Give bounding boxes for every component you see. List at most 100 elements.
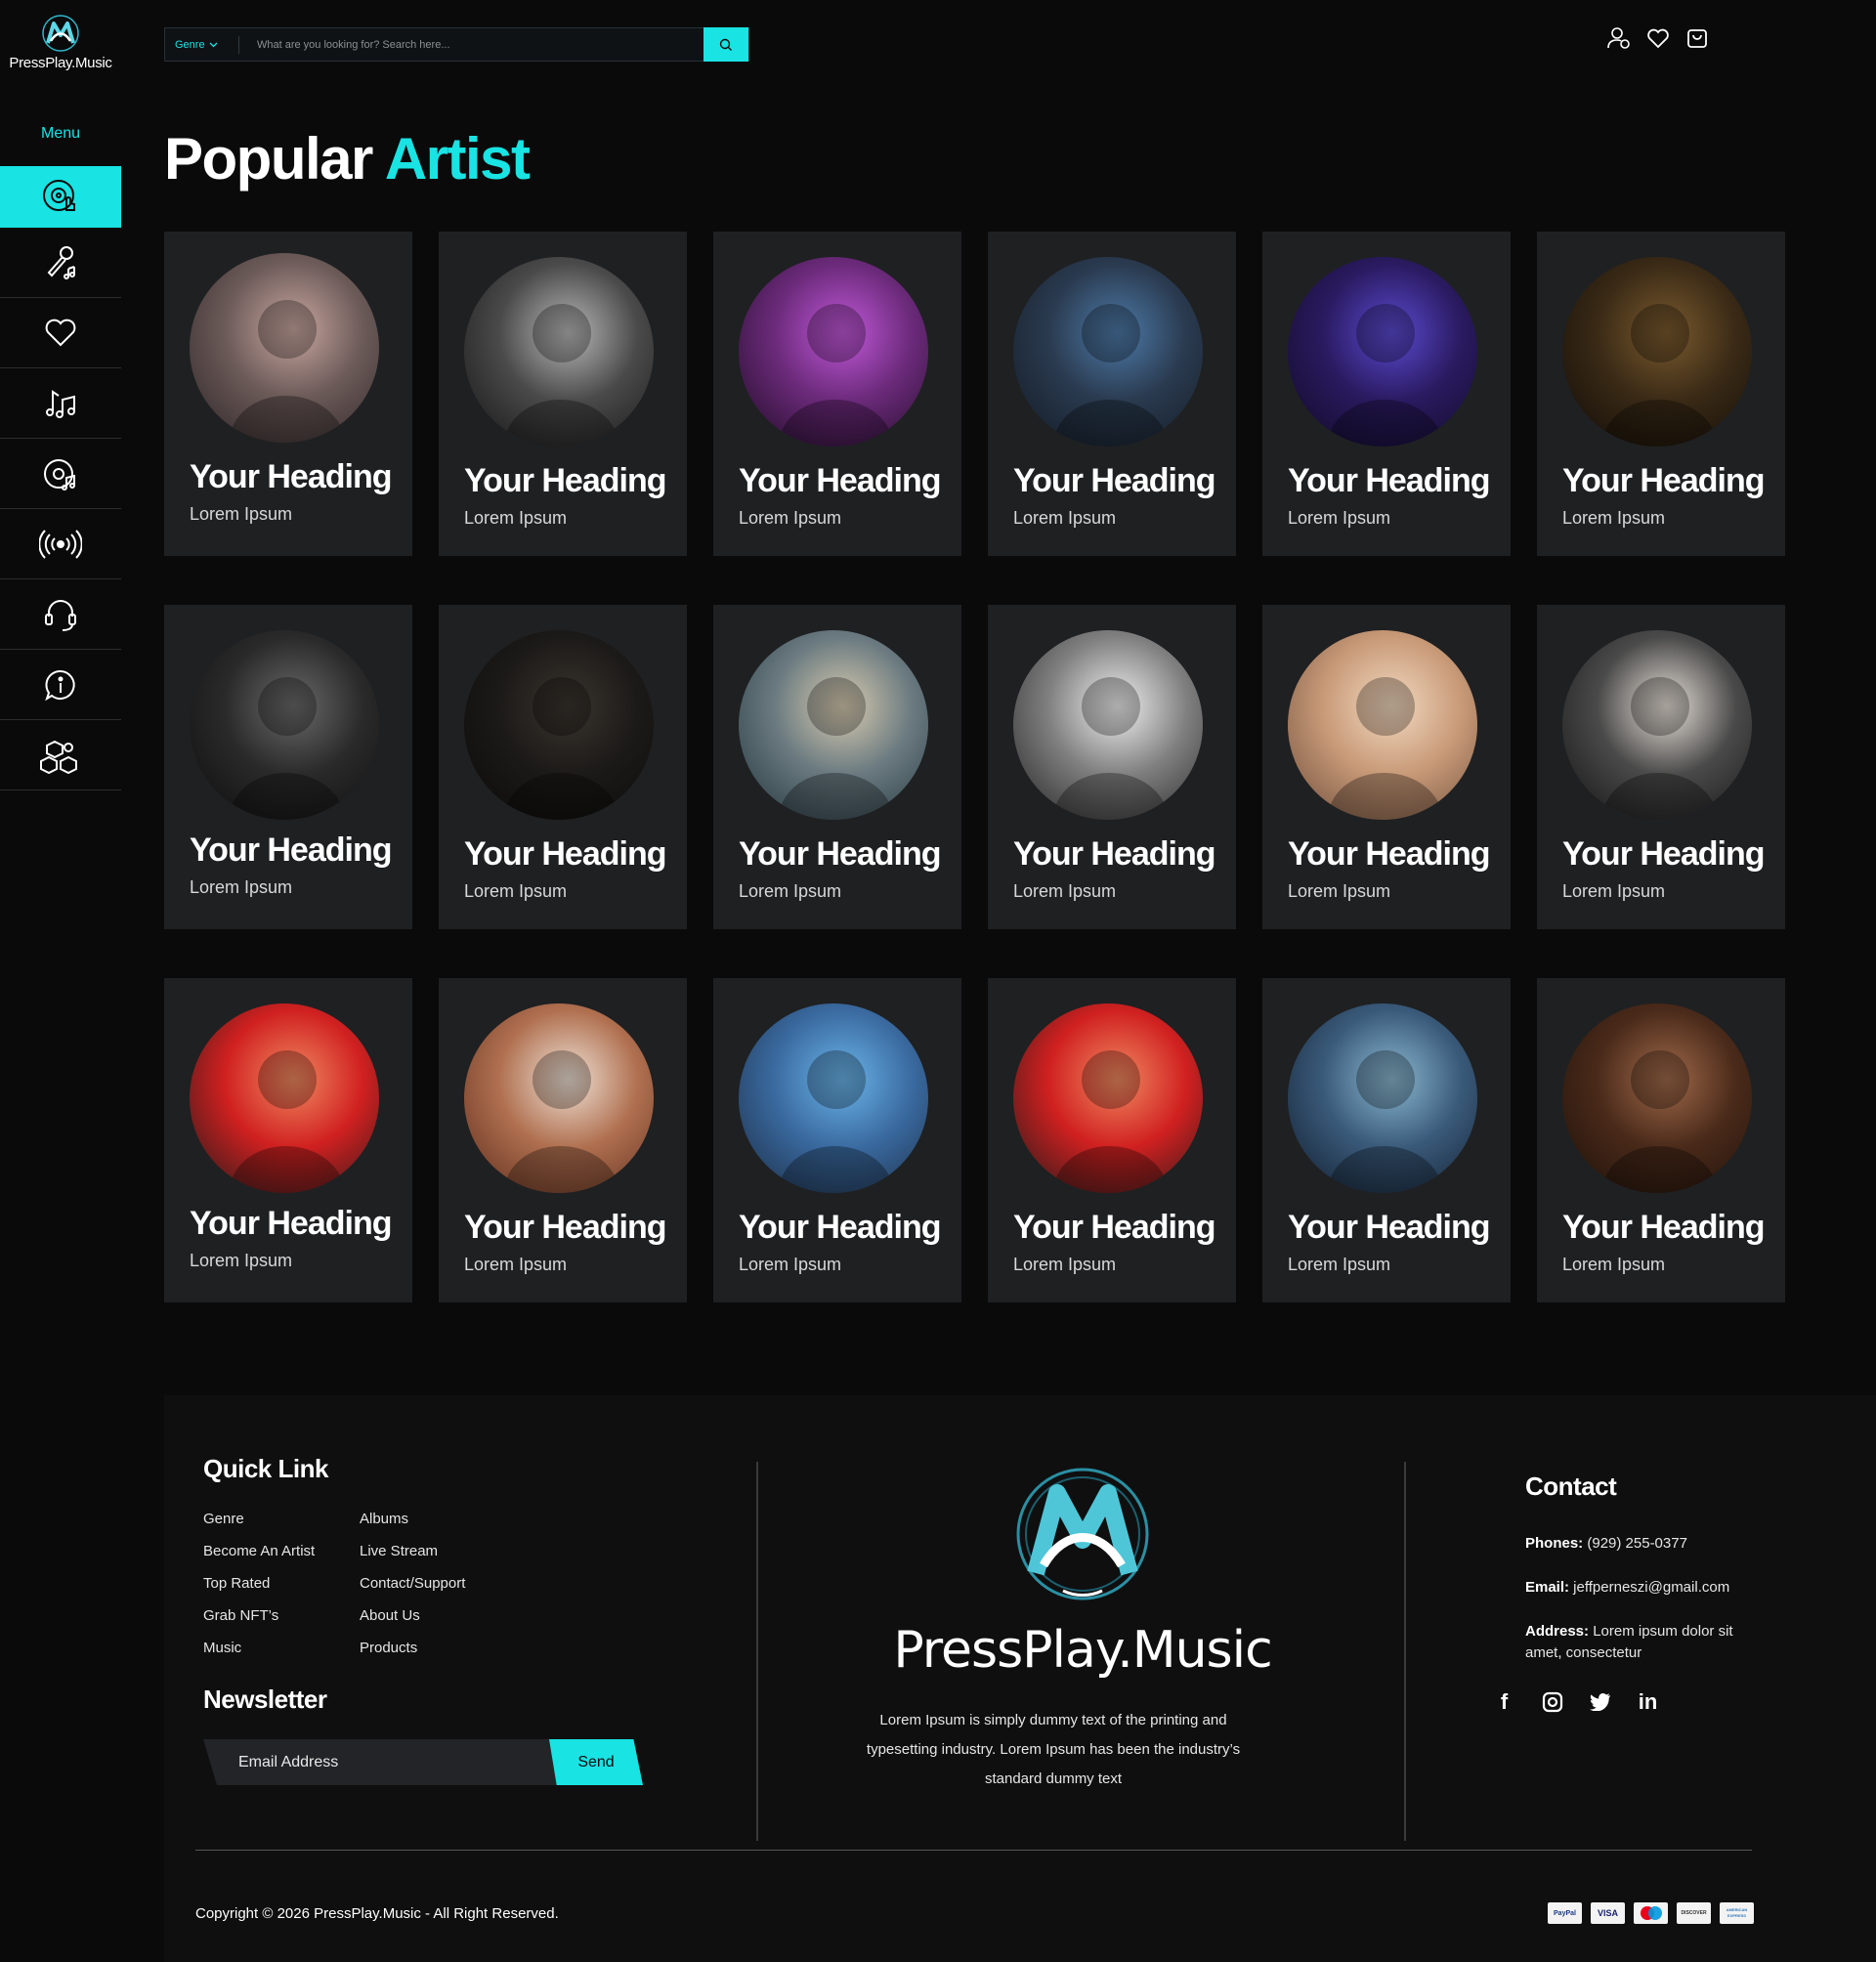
artist-heading: Your Heading — [1562, 462, 1765, 499]
footer-link[interactable]: Grab NFT’s — [203, 1607, 315, 1640]
footer-link[interactable]: Top Rated — [203, 1575, 315, 1607]
nav-item-about[interactable] — [0, 650, 121, 720]
artist-heading: Your Heading — [190, 458, 392, 495]
artist-heading: Your Heading — [1288, 835, 1490, 873]
artist-card[interactable]: Your Heading Lorem Ipsum — [1537, 232, 1785, 556]
footer-link[interactable]: Products — [360, 1640, 465, 1672]
artist-subtitle: Lorem Ipsum — [1562, 881, 1666, 901]
newsletter-send-button[interactable]: Send — [549, 1739, 643, 1785]
divider — [756, 1462, 758, 1841]
instagram-icon[interactable] — [1539, 1688, 1565, 1715]
genre-dropdown[interactable]: Genre — [165, 35, 239, 54]
amex-icon: AMERICAN EXPRESS — [1720, 1902, 1754, 1924]
artist-heading: Your Heading — [739, 1209, 941, 1246]
artist-card[interactable]: Your Heading Lorem Ipsum — [439, 605, 687, 929]
artist-subtitle: Lorem Ipsum — [739, 508, 842, 528]
nav-item-home[interactable] — [0, 166, 121, 228]
user-button[interactable] — [1606, 25, 1632, 51]
twitter-icon[interactable] — [1587, 1688, 1613, 1715]
contact-title: Contact — [1525, 1472, 1617, 1501]
facebook-icon[interactable]: f — [1491, 1688, 1517, 1715]
nav-item-artists[interactable] — [0, 228, 121, 298]
artist-card[interactable]: Your Heading Lorem Ipsum — [713, 605, 961, 929]
phone-value: (929) 255-0377 — [1583, 1535, 1687, 1552]
artist-card[interactable]: Your Heading Lorem Ipsum — [164, 978, 412, 1302]
linkedin-icon[interactable]: in — [1635, 1688, 1661, 1715]
artist-heading: Your Heading — [464, 835, 666, 873]
mastercard-icon — [1634, 1902, 1668, 1924]
nav-item-products[interactable] — [0, 720, 121, 790]
artist-subtitle: Lorem Ipsum — [190, 1251, 293, 1270]
logo-mark-icon — [42, 15, 79, 52]
artist-subtitle: Lorem Ipsum — [464, 508, 568, 528]
footer-divider — [195, 1850, 1752, 1851]
artist-heading: Your Heading — [190, 1205, 392, 1242]
footer-link[interactable]: Become An Artist — [203, 1543, 315, 1575]
headset-icon — [45, 599, 76, 631]
artist-card[interactable]: Your Heading Lorem Ipsum — [164, 605, 412, 929]
footer-link[interactable]: Contact/Support — [360, 1575, 465, 1607]
artist-card[interactable]: Your Heading Lorem Ipsum — [1262, 978, 1511, 1302]
artist-photo — [190, 630, 379, 820]
cart-button[interactable] — [1684, 25, 1710, 51]
search-bar: Genre — [164, 27, 749, 62]
heart-icon — [1647, 28, 1669, 49]
nav-item-albums[interactable] — [0, 439, 121, 509]
nav-item-live[interactable] — [0, 509, 121, 579]
paypal-icon: PayPal — [1548, 1902, 1582, 1924]
wishlist-button[interactable] — [1645, 25, 1671, 51]
discover-icon: DISCOVER — [1677, 1902, 1711, 1924]
address-label: Address: — [1525, 1623, 1590, 1640]
artist-photo — [1562, 1003, 1752, 1193]
artist-card[interactable]: Your Heading Lorem Ipsum — [1262, 232, 1511, 556]
artist-subtitle: Lorem Ipsum — [1013, 508, 1117, 528]
artist-silhouette-icon — [229, 677, 346, 820]
artist-card[interactable]: Your Heading Lorem Ipsum — [988, 978, 1236, 1302]
artist-card[interactable]: Your Heading Lorem Ipsum — [1262, 605, 1511, 929]
artist-photo — [1013, 257, 1203, 447]
footer-link[interactable]: Albums — [360, 1511, 465, 1543]
artist-subtitle: Lorem Ipsum — [1288, 881, 1391, 901]
footer-link[interactable]: Live Stream — [360, 1543, 465, 1575]
artist-card[interactable]: Your Heading Lorem Ipsum — [439, 978, 687, 1302]
nav-item-support[interactable] — [0, 579, 121, 650]
search-input[interactable] — [239, 38, 704, 51]
artist-heading: Your Heading — [464, 462, 666, 499]
artist-card[interactable]: Your Heading Lorem Ipsum — [713, 232, 961, 556]
brand-logo[interactable]: PressPlay.Music — [0, 14, 121, 71]
artist-subtitle: Lorem Ipsum — [1288, 1255, 1391, 1274]
nav-item-favorites[interactable] — [0, 298, 121, 368]
footer-link[interactable]: Genre — [203, 1511, 315, 1543]
footer-logo-text: PressPlay.Music — [893, 1621, 1272, 1680]
artist-photo — [190, 1003, 379, 1193]
artist-subtitle: Lorem Ipsum — [1288, 508, 1391, 528]
newsletter-email-input[interactable] — [203, 1739, 565, 1785]
social-links: f in — [1491, 1688, 1661, 1715]
info-chat-icon — [45, 669, 75, 701]
footer-link[interactable]: About Us — [360, 1607, 465, 1640]
genre-label: Genre — [175, 38, 205, 51]
artist-card[interactable]: Your Heading Lorem Ipsum — [988, 232, 1236, 556]
artist-heading: Your Heading — [1288, 1209, 1490, 1246]
artist-subtitle: Lorem Ipsum — [1013, 881, 1117, 901]
artist-silhouette-icon — [1601, 304, 1719, 447]
artist-card[interactable]: Your Heading Lorem Ipsum — [1537, 605, 1785, 929]
artist-heading: Your Heading — [190, 832, 392, 869]
artist-heading: Your Heading — [1013, 835, 1215, 873]
footer-link[interactable]: Music — [203, 1640, 315, 1672]
artist-silhouette-icon — [1327, 677, 1444, 820]
search-button[interactable] — [704, 27, 748, 62]
artist-card[interactable]: Your Heading Lorem Ipsum — [713, 978, 961, 1302]
artist-subtitle: Lorem Ipsum — [739, 881, 842, 901]
nav-item-music[interactable] — [0, 368, 121, 439]
footer-logo[interactable]: PressPlay.Music — [877, 1464, 1288, 1680]
artist-card[interactable]: Your Heading Lorem Ipsum — [439, 232, 687, 556]
artist-card[interactable]: Your Heading Lorem Ipsum — [1537, 978, 1785, 1302]
artist-card[interactable]: Your Heading Lorem Ipsum — [988, 605, 1236, 929]
artist-card[interactable]: Your Heading Lorem Ipsum — [164, 232, 412, 556]
artist-silhouette-icon — [778, 304, 895, 447]
music-notes-icon — [46, 389, 75, 418]
artist-silhouette-icon — [1052, 1050, 1170, 1193]
email-value: jeffperneszi@gmail.com — [1569, 1579, 1730, 1596]
chevron-down-icon — [209, 42, 218, 47]
